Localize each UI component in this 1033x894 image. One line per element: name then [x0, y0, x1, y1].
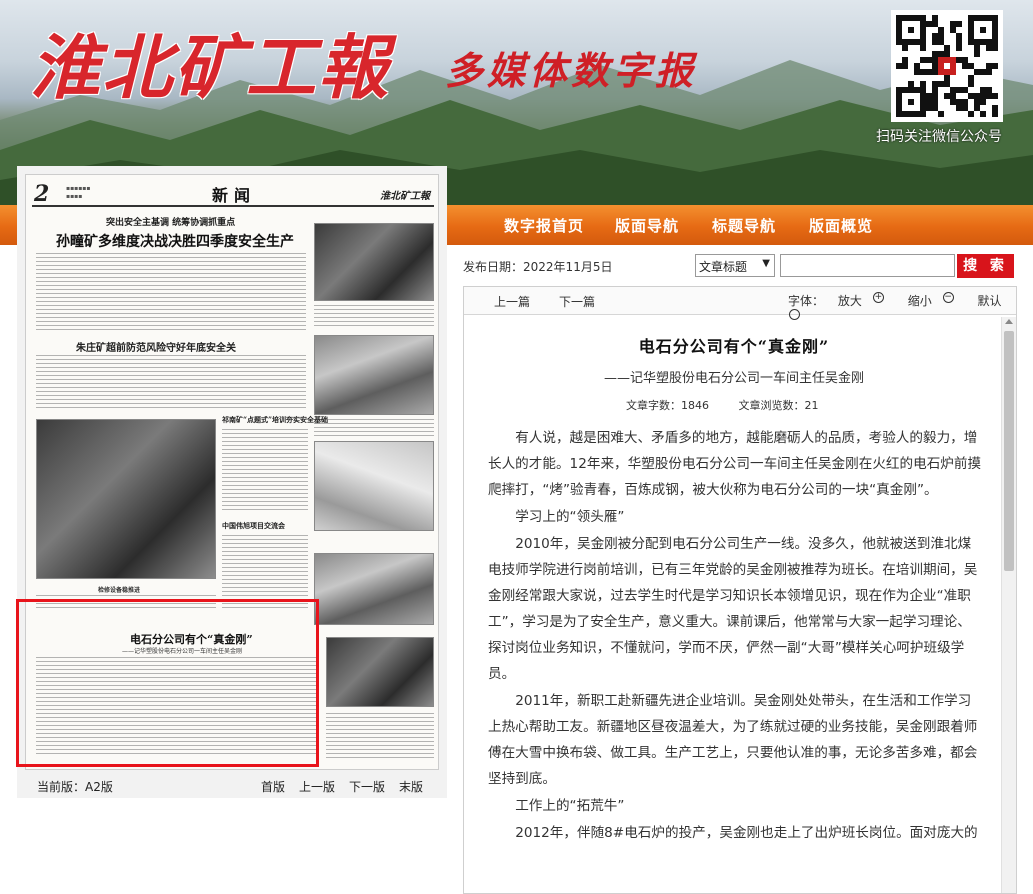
next-article-link[interactable]: 下一篇 — [559, 293, 595, 310]
first-page-link[interactable]: 首版 — [261, 780, 285, 794]
nav-title-navigation[interactable]: 标题导航 — [712, 215, 776, 236]
wechat-qr-code — [891, 10, 1003, 122]
article-paragraph: 2010年，吴金刚被分配到电石分公司生产一线。没多久，他就被送到淮北煤电技师学院… — [488, 536, 978, 682]
font-label: 字体： — [788, 294, 825, 308]
publish-date: 发布日期：2022年11月5日 — [463, 258, 612, 275]
circle-icon — [789, 309, 800, 320]
article-paragraph: 2012年，伴随8#电石炉的投产，吴金刚也走上了出炉班长岗位。面对庞大的 — [515, 825, 978, 841]
selected-article-highlight[interactable] — [16, 599, 319, 767]
scroll-thumb[interactable] — [1004, 331, 1014, 571]
scroll-up-arrow-icon[interactable] — [1005, 319, 1013, 324]
last-page-link[interactable]: 末版 — [399, 780, 423, 794]
paper-main-photo — [36, 419, 216, 579]
paper-text-block — [36, 253, 306, 333]
paper-photo — [314, 223, 434, 301]
next-page-link[interactable]: 下一版 — [349, 780, 385, 794]
paper-header: 2 ▪▪▪▪▪▪ ▪▪▪▪ 新闻 淮北矿工報 — [32, 181, 434, 207]
article-view-count: 文章浏览数：21 — [738, 399, 819, 412]
article-section-heading: 工作上的“拓荒牛” — [515, 798, 625, 814]
nav-bar-left — [0, 205, 17, 245]
qr-module — [992, 111, 998, 117]
paper-photo — [314, 335, 434, 415]
prev-article-link[interactable]: 上一篇 — [494, 293, 530, 310]
article-paragraph: 2011年，新职工赴新疆先进企业培训。吴金刚处处带头，在生活和工作学习上热心帮助… — [488, 693, 978, 787]
nav-home[interactable]: 数字报首页 — [504, 215, 584, 236]
article-subtitle: ——记华塑股份电石分公司一车间主任吴金刚 — [603, 371, 864, 386]
paper-text-block — [222, 429, 308, 513]
default-size-label: 默认 — [977, 294, 1002, 308]
font-size-controls: 字体： 放大 + 缩小 − 默认 — [788, 292, 1016, 323]
publish-date-label: 发布日期： — [463, 260, 524, 274]
search-input[interactable] — [780, 254, 955, 277]
paper-headline-right-2[interactable]: 中国伟旭项目交流会 — [222, 521, 285, 531]
site-logo[interactable]: 淮北矿工報 — [30, 12, 390, 113]
search-field-selected: 文章标题 — [699, 260, 748, 274]
paper-masthead: 淮北矿工報 — [380, 191, 430, 202]
paper-text-block — [314, 305, 434, 329]
article-section-heading: 学习上的“领头雁” — [515, 509, 625, 525]
chevron-down-icon: ▼ — [762, 258, 770, 269]
pager-links: 首版 上一版 下一版 末版 — [247, 778, 423, 795]
qr-pattern — [896, 15, 998, 117]
page-pager: 当前版：A2版 首版 上一版 下一版 末版 — [17, 774, 447, 798]
paper-section-title: 新闻 — [212, 186, 257, 205]
site-subtitle: 多媒体数字报 — [445, 48, 698, 93]
article-paragraph: 有人说，越是困难大、矛盾多的地方，越能磨砺人的品质，考验人的毅力，增长人的才能。… — [488, 430, 982, 498]
zoom-out-label: 缩小 — [907, 294, 932, 308]
article-toolbar: 上一篇 下一篇 字体： 放大 + 缩小 − 默认 — [464, 287, 1016, 320]
nav-page-navigation[interactable]: 版面导航 — [615, 215, 679, 236]
prev-page-link[interactable]: 上一版 — [299, 780, 335, 794]
article-body: 有人说，越是困难大、矛盾多的地方，越能磨砺人的品质，考验人的毅力，增长人的才能。… — [488, 425, 982, 847]
paper-headline-right-1[interactable]: 祁南矿“点题式”培训夯实安全基础 — [222, 415, 328, 425]
paper-date-block: ▪▪▪▪▪▪ ▪▪▪▪ — [66, 185, 91, 200]
paper-text-block — [222, 535, 308, 609]
paper-photo — [326, 637, 434, 707]
paper-kicker[interactable]: 突出安全主基调 统筹协调抓重点 — [106, 215, 235, 228]
article-title: 电石分公司有个“真金刚” — [638, 337, 830, 356]
paper-headline-main[interactable]: 孙疃矿多维度决战决胜四季度安全生产 — [56, 231, 294, 251]
article-meta: 文章字数：1846 文章浏览数：21 — [626, 397, 845, 413]
main-nav: 数字报首页 版面导航 标题导航 版面概览 — [447, 205, 1033, 245]
plus-icon: + — [872, 292, 884, 303]
paper-photo — [314, 441, 434, 531]
article-word-count: 文章字数：1846 — [626, 399, 709, 412]
paper-text-block — [314, 419, 434, 437]
zoom-in-label: 放大 — [837, 294, 862, 308]
article-scrollbar[interactable] — [1001, 317, 1016, 893]
paper-text-block — [36, 355, 306, 411]
nav-page-overview[interactable]: 版面概览 — [809, 215, 873, 236]
minus-icon: − — [942, 292, 954, 303]
qr-caption: 扫码关注微信公众号 — [876, 129, 1002, 145]
paper-photo-caption: 检修设备稳推进 — [98, 587, 141, 594]
paper-headline-second[interactable]: 朱庄矿超前防范风险守好年底安全关 — [76, 339, 236, 354]
article-panel: 上一篇 下一篇 字体： 放大 + 缩小 − 默认 电石分公司有个“真金刚” ——记华… — [463, 286, 1017, 894]
paper-photo — [314, 553, 434, 625]
publish-date-value: 2022年11月5日 — [523, 260, 613, 274]
zoom-in-button[interactable]: 放大 + — [837, 292, 894, 308]
zoom-out-button[interactable]: 缩小 − — [907, 292, 964, 308]
search-button[interactable]: 搜 索 — [957, 254, 1014, 278]
search-field-select[interactable]: 文章标题 ▼ — [695, 254, 775, 277]
current-page-label: 当前版：A2版 — [37, 780, 113, 794]
paper-page-number: 2 — [34, 181, 50, 207]
paper-text-block — [326, 713, 434, 759]
